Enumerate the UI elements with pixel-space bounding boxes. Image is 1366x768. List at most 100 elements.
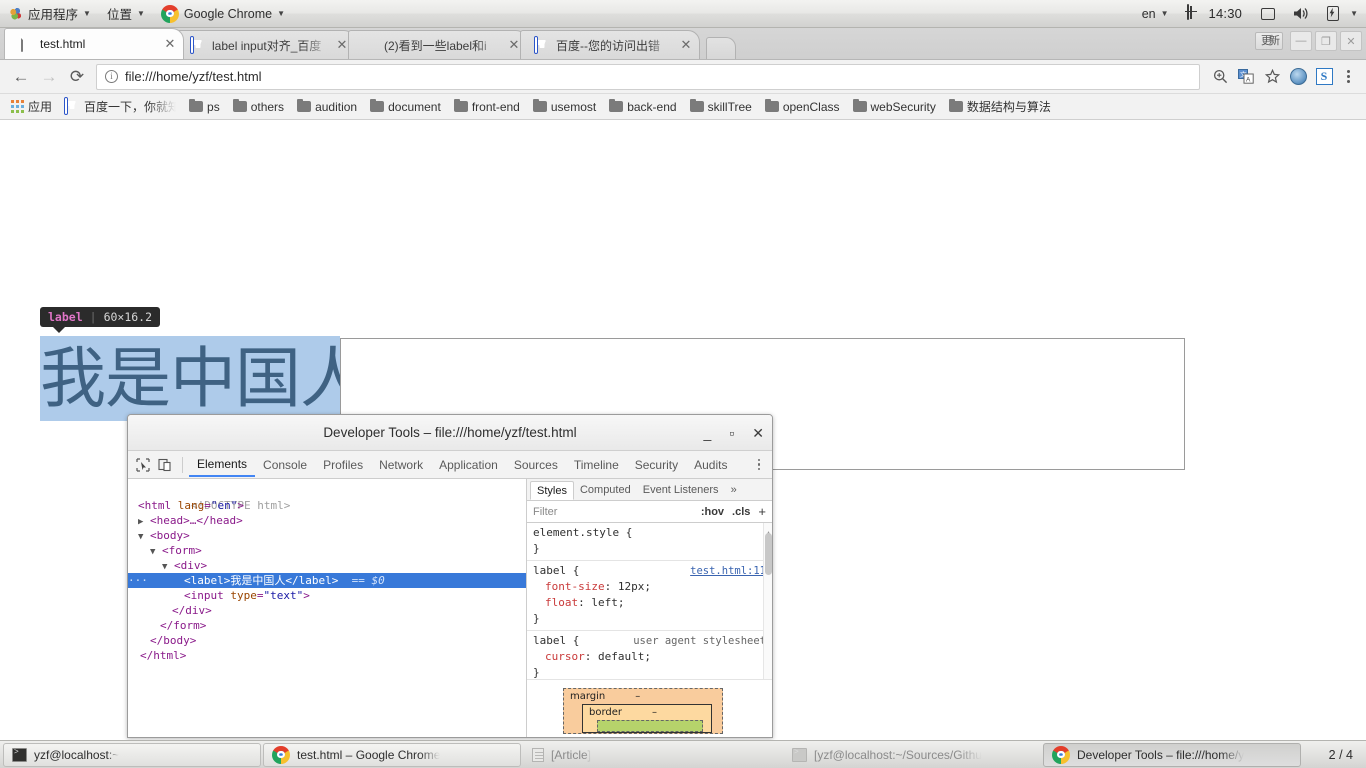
menu-applications[interactable]: 应用程序 ▼: [0, 0, 99, 27]
dom-line-form-open[interactable]: ▼ <form>: [128, 543, 526, 558]
new-style-rule-button[interactable]: +: [758, 504, 766, 519]
taskbar-item-terminal-sources[interactable]: [yzf@localhost:~/Sources/Githu: [783, 743, 1041, 767]
style-rule-label-useragent[interactable]: label { user agent stylesheet cursor: de…: [527, 631, 772, 679]
scrollbar-thumb[interactable]: [765, 533, 772, 575]
dom-line-form-close[interactable]: </form>: [128, 618, 526, 633]
styles-scrollbar[interactable]: ▲: [763, 523, 772, 679]
bookmark-openclass[interactable]: openClass: [760, 98, 845, 116]
styles-tab-event-listeners[interactable]: Event Listeners: [637, 481, 725, 498]
forward-button[interactable]: →: [36, 64, 62, 90]
browser-tab-2[interactable]: label input对齐_百度 ✕: [176, 30, 356, 59]
style-declaration[interactable]: font-size: 12px;: [533, 579, 766, 595]
address-bar[interactable]: i file:///home/yzf/test.html: [96, 63, 1200, 90]
dom-line-div-open[interactable]: ▼ <div>: [128, 558, 526, 573]
dom-line-doctype[interactable]: <!DOCTYPE html>: [128, 483, 526, 512]
star-icon[interactable]: [1260, 65, 1284, 89]
bookmark-back-end[interactable]: back-end: [604, 98, 681, 116]
menu-current-window[interactable]: Google Chrome ▼: [153, 0, 293, 27]
devtools-tab-sources[interactable]: Sources: [506, 453, 566, 476]
workspace-switcher[interactable]: 2 / 4: [1319, 748, 1363, 762]
bookmark-baidu[interactable]: 百度一下，你就知: [60, 96, 181, 117]
taskbar-item-chrome[interactable]: test.html – Google Chrome: [263, 742, 521, 767]
dom-tree-pane[interactable]: <!DOCTYPE html> <html lang="en"> ▶ <head…: [128, 479, 527, 737]
bookmark-websecurity[interactable]: webSecurity: [848, 98, 941, 116]
bookmark-apps[interactable]: 应用: [6, 96, 57, 117]
devtools-minimize-button[interactable]: _: [704, 426, 712, 440]
bookmark-data-structures[interactable]: 数据结构与算法: [944, 96, 1056, 117]
menu-places[interactable]: 位置 ▼: [99, 0, 153, 27]
sogou-extension-icon[interactable]: S: [1312, 65, 1336, 89]
box-model-diagram[interactable]: margin – border –: [527, 679, 772, 737]
devtools-close-button[interactable]: ✕: [752, 426, 764, 440]
dom-line-div-close[interactable]: </div>: [128, 603, 526, 618]
inspect-element-icon[interactable]: [132, 454, 154, 476]
reload-button[interactable]: ⟳: [64, 64, 90, 90]
display-indicator[interactable]: [1252, 0, 1284, 27]
devtools-tab-elements[interactable]: Elements: [189, 452, 256, 477]
maximize-button[interactable]: ❐: [1315, 31, 1337, 51]
style-declaration[interactable]: float: left;: [533, 595, 766, 611]
devtools-tab-profiles[interactable]: Profiles: [315, 453, 371, 476]
minimize-button[interactable]: —: [1290, 31, 1312, 51]
close-icon[interactable]: ✕: [335, 37, 349, 53]
dom-line-html-open[interactable]: <html lang="en">: [128, 498, 526, 513]
twisty-expanded-icon[interactable]: ▼: [150, 547, 155, 557]
kebab-menu-icon[interactable]: [750, 458, 768, 471]
close-icon[interactable]: ✕: [163, 36, 177, 52]
clock-area[interactable]: 14:30: [1177, 0, 1253, 27]
bookmark-skilltree[interactable]: skillTree: [685, 98, 757, 116]
devtools-tab-console[interactable]: Console: [255, 453, 315, 476]
twisty-expanded-icon[interactable]: ▼: [138, 532, 143, 542]
devtools-tab-application[interactable]: Application: [431, 453, 506, 476]
box-model-padding[interactable]: [597, 720, 703, 732]
bookmark-others[interactable]: others: [228, 98, 289, 116]
twisty-collapsed-icon[interactable]: ▶: [138, 517, 143, 527]
bookmark-audition[interactable]: audition: [292, 98, 362, 116]
dom-line-label-selected[interactable]: ··· <label>我是中国人</label> == $0: [128, 573, 526, 588]
info-icon[interactable]: i: [105, 70, 118, 83]
devtools-tab-security[interactable]: Security: [627, 453, 686, 476]
dom-line-body-close[interactable]: </body>: [128, 633, 526, 648]
chevrons-right-icon[interactable]: »: [725, 481, 743, 498]
translate-icon[interactable]: 文A: [1234, 65, 1258, 89]
styles-tab-styles[interactable]: Styles: [530, 480, 574, 500]
zoom-in-icon[interactable]: [1208, 65, 1232, 89]
keyboard-layout-indicator[interactable]: en ▼: [1134, 0, 1177, 27]
close-button[interactable]: ✕: [1340, 31, 1362, 51]
element-classes-button[interactable]: .cls: [732, 506, 750, 518]
styles-tab-computed[interactable]: Computed: [574, 481, 637, 498]
styles-rules-list[interactable]: element.style { } label { test.html:11 f…: [527, 523, 772, 679]
browser-tab-3[interactable]: (2)看到一些label和i ✕: [348, 30, 528, 59]
dom-line-input[interactable]: <input type="text">: [128, 588, 526, 603]
bookmark-usemost[interactable]: usemost: [528, 98, 601, 116]
back-button[interactable]: ←: [8, 64, 34, 90]
bookmark-ps[interactable]: ps: [184, 98, 225, 116]
box-model-border[interactable]: border –: [582, 704, 712, 733]
taskbar-item-terminal[interactable]: yzf@localhost:~: [3, 742, 261, 767]
globe-extension-icon[interactable]: [1286, 65, 1310, 89]
dom-line-head[interactable]: ▶ <head>…</head>: [128, 513, 526, 528]
browser-tab-4[interactable]: 百度--您的访问出错 ✕: [520, 30, 700, 59]
kebab-menu-icon[interactable]: [1338, 65, 1358, 89]
taskbar-item-devtools[interactable]: Developer Tools – file:///home/y: [1043, 742, 1301, 767]
close-icon[interactable]: ✕: [679, 37, 693, 53]
close-icon[interactable]: ✕: [507, 37, 521, 53]
styles-filter-input[interactable]: Filter: [533, 506, 701, 518]
box-model-margin[interactable]: margin – border –: [563, 688, 723, 734]
bookmark-document[interactable]: document: [365, 98, 446, 116]
device-toolbar-icon[interactable]: [154, 454, 176, 476]
style-rule-label-author[interactable]: label { test.html:11 font-size: 12px; fl…: [527, 561, 772, 631]
style-rule-element-style[interactable]: element.style { }: [527, 523, 772, 561]
battery-indicator[interactable]: ▼: [1317, 0, 1366, 27]
bookmark-front-end[interactable]: front-end: [449, 98, 525, 116]
pseudo-state-button[interactable]: :hov: [701, 506, 724, 518]
dom-line-body-open[interactable]: ▼ <body>: [128, 528, 526, 543]
devtools-tab-network[interactable]: Network: [371, 453, 431, 476]
update-button[interactable]: 更新: [1255, 32, 1283, 50]
style-rule-source-link[interactable]: test.html:11: [690, 563, 766, 579]
devtools-maximize-button[interactable]: ▫: [729, 426, 734, 440]
devtools-tab-audits[interactable]: Audits: [686, 453, 735, 476]
devtools-tab-timeline[interactable]: Timeline: [566, 453, 627, 476]
new-tab-button[interactable]: [706, 37, 736, 59]
style-declaration[interactable]: cursor: default;: [533, 649, 766, 665]
